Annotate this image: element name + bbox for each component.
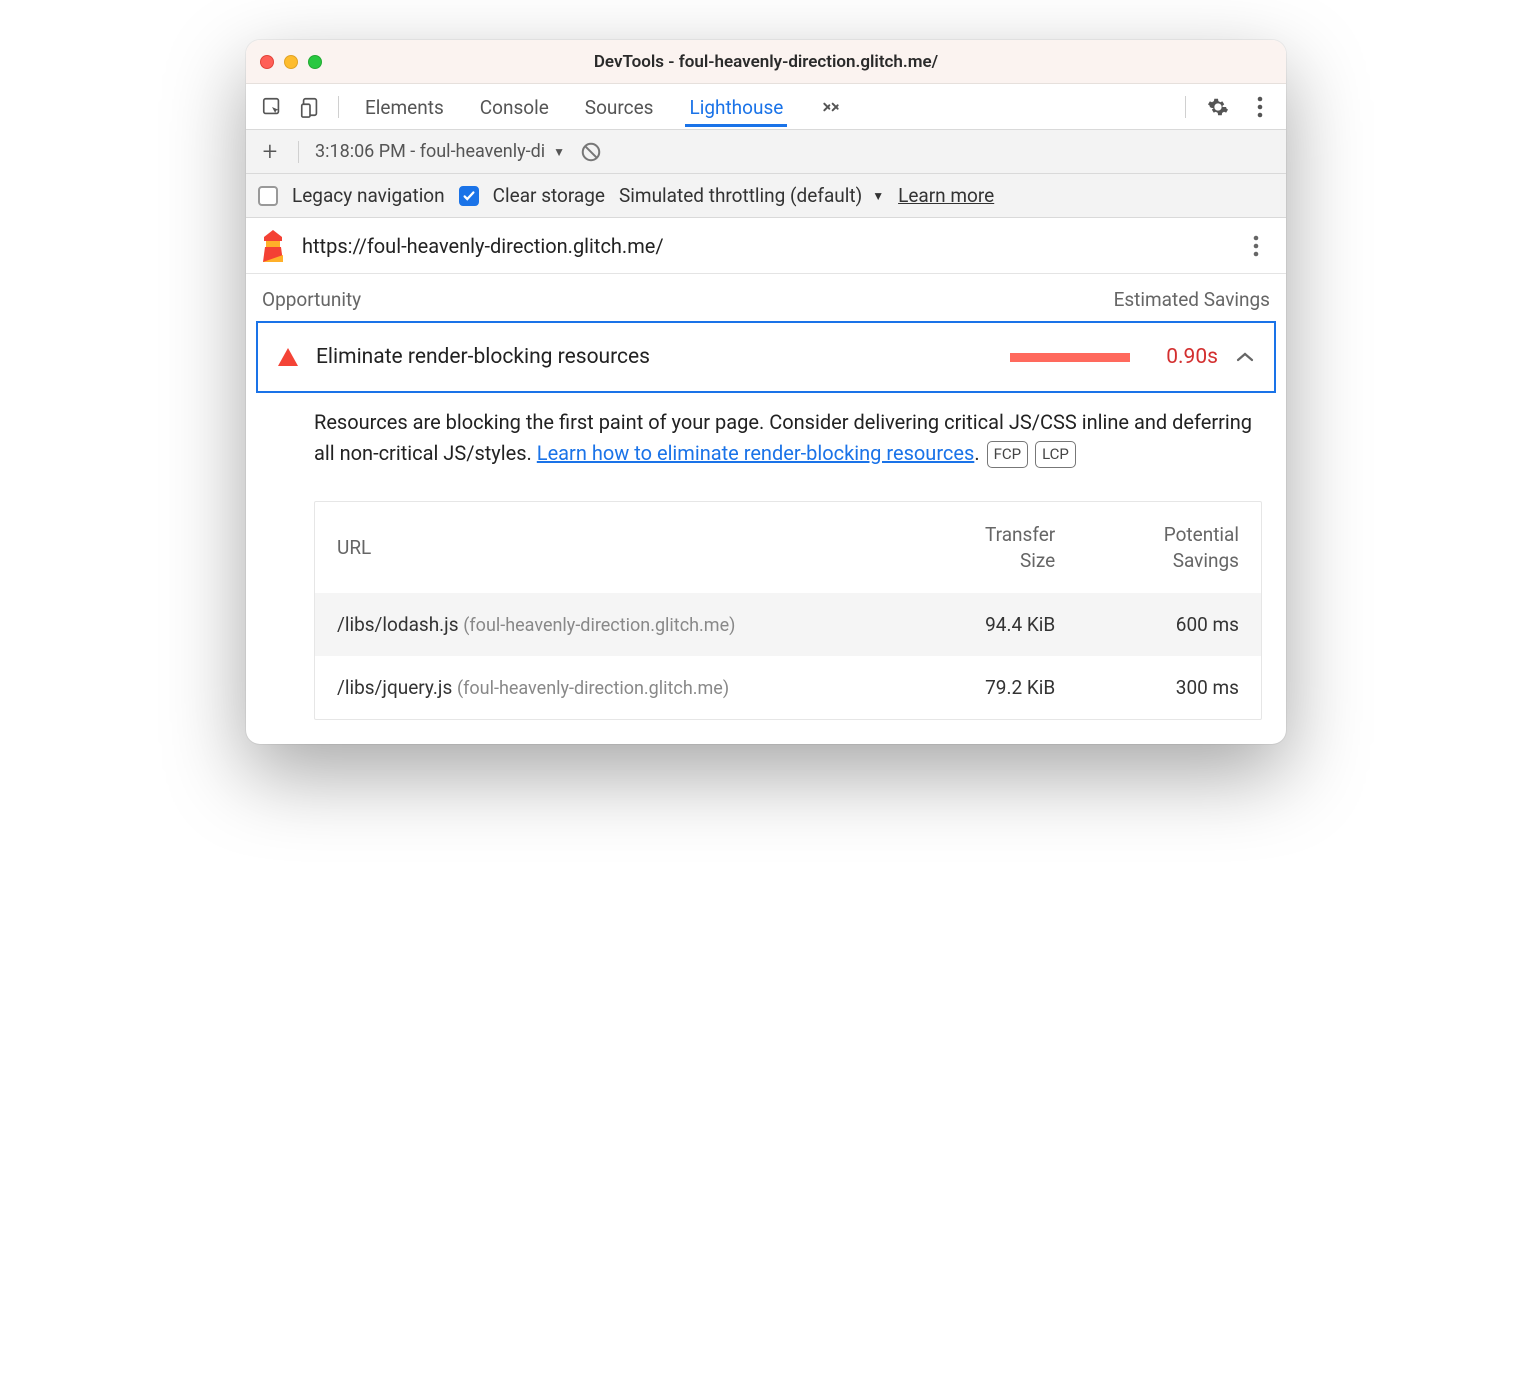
tab-console[interactable]: Console	[476, 86, 553, 127]
resource-table: URL TransferSize PotentialSavings /libs/…	[314, 501, 1262, 720]
devtools-window: DevTools - foul-heavenly-direction.glitc…	[246, 40, 1286, 744]
clear-storage-checkbox[interactable]	[459, 186, 479, 206]
learn-more-link[interactable]: Learn more	[898, 184, 994, 207]
gear-icon[interactable]	[1202, 91, 1234, 123]
panel-tabs: Elements Console Sources Lighthouse	[361, 86, 1173, 127]
savings-value: 0.90s	[1148, 345, 1218, 369]
more-tabs-button[interactable]	[815, 99, 847, 115]
separator	[338, 96, 339, 118]
col-savings-header: PotentialSavings	[1055, 522, 1239, 573]
report-selector[interactable]: 3:18:06 PM - foul-heavenly-di ▼	[315, 141, 565, 162]
report-selector-label: 3:18:06 PM - foul-heavenly-di	[315, 141, 545, 162]
col-url-header: URL	[337, 536, 872, 559]
resource-path: /libs/jquery.js	[337, 676, 452, 699]
device-toolbar-icon[interactable]	[294, 91, 326, 123]
col-size-header: TransferSize	[872, 522, 1056, 573]
estimated-savings-heading: Estimated Savings	[1114, 288, 1270, 311]
tab-elements[interactable]: Elements	[361, 86, 448, 127]
chevron-down-icon: ▼	[872, 189, 884, 203]
throttling-label: Simulated throttling (default)	[619, 184, 862, 207]
legacy-navigation-label: Legacy navigation	[292, 184, 445, 207]
table-row: /libs/lodash.js (foul-heavenly-direction…	[315, 593, 1261, 656]
chevron-down-icon: ▼	[553, 145, 565, 159]
report-url: https://foul-heavenly-direction.glitch.m…	[302, 234, 664, 258]
tab-sources[interactable]: Sources	[581, 86, 658, 127]
kebab-menu-icon[interactable]	[1244, 91, 1276, 123]
resource-size: 79.2 KiB	[872, 676, 1056, 699]
opportunity-heading: Opportunity	[262, 288, 361, 311]
legacy-navigation-checkbox[interactable]	[258, 186, 278, 206]
audit-render-blocking[interactable]: Eliminate render-blocking resources 0.90…	[256, 321, 1276, 393]
resource-host: (foul-heavenly-direction.glitch.me)	[457, 678, 729, 699]
savings-bar	[1010, 353, 1130, 362]
audit-title: Eliminate render-blocking resources	[316, 345, 650, 369]
audit-learn-link[interactable]: Learn how to eliminate render-blocking r…	[537, 441, 975, 465]
separator	[1185, 96, 1186, 118]
resource-size: 94.4 KiB	[872, 613, 1056, 636]
tab-lighthouse[interactable]: Lighthouse	[685, 86, 787, 127]
inspect-element-icon[interactable]	[256, 91, 288, 123]
table-row: /libs/jquery.js (foul-heavenly-direction…	[315, 656, 1261, 719]
throttling-selector[interactable]: Simulated throttling (default) ▼	[619, 184, 884, 207]
clear-icon[interactable]	[575, 136, 607, 168]
metric-pill-fcp: FCP	[987, 441, 1029, 468]
lighthouse-toolbar: + 3:18:06 PM - foul-heavenly-di ▼	[246, 130, 1286, 174]
resource-host: (foul-heavenly-direction.glitch.me)	[463, 615, 735, 636]
new-report-button[interactable]: +	[258, 137, 282, 167]
triangle-fail-icon	[278, 348, 298, 366]
separator	[298, 141, 299, 163]
resource-savings: 600 ms	[1055, 613, 1239, 636]
traffic-lights	[260, 55, 322, 69]
zoom-window-button[interactable]	[308, 55, 322, 69]
resource-savings: 300 ms	[1055, 676, 1239, 699]
metric-pill-lcp: LCP	[1035, 441, 1076, 468]
lighthouse-icon	[260, 230, 286, 262]
report-menu-icon[interactable]	[1240, 230, 1272, 262]
resource-path: /libs/lodash.js	[337, 613, 459, 636]
lighthouse-options: Legacy navigation Clear storage Simulate…	[246, 174, 1286, 218]
minimize-window-button[interactable]	[284, 55, 298, 69]
clear-storage-label: Clear storage	[493, 184, 605, 207]
tabs-row: Elements Console Sources Lighthouse	[246, 84, 1286, 130]
lighthouse-url-row: https://foul-heavenly-direction.glitch.m…	[246, 218, 1286, 274]
audit-description: Resources are blocking the first paint o…	[246, 403, 1286, 487]
window-title: DevTools - foul-heavenly-direction.glitc…	[594, 52, 938, 72]
titlebar: DevTools - foul-heavenly-direction.glitc…	[246, 40, 1286, 84]
close-window-button[interactable]	[260, 55, 274, 69]
chevron-up-icon	[1236, 351, 1254, 363]
table-header: URL TransferSize PotentialSavings	[315, 502, 1261, 593]
opportunity-section-header: Opportunity Estimated Savings	[246, 274, 1286, 321]
